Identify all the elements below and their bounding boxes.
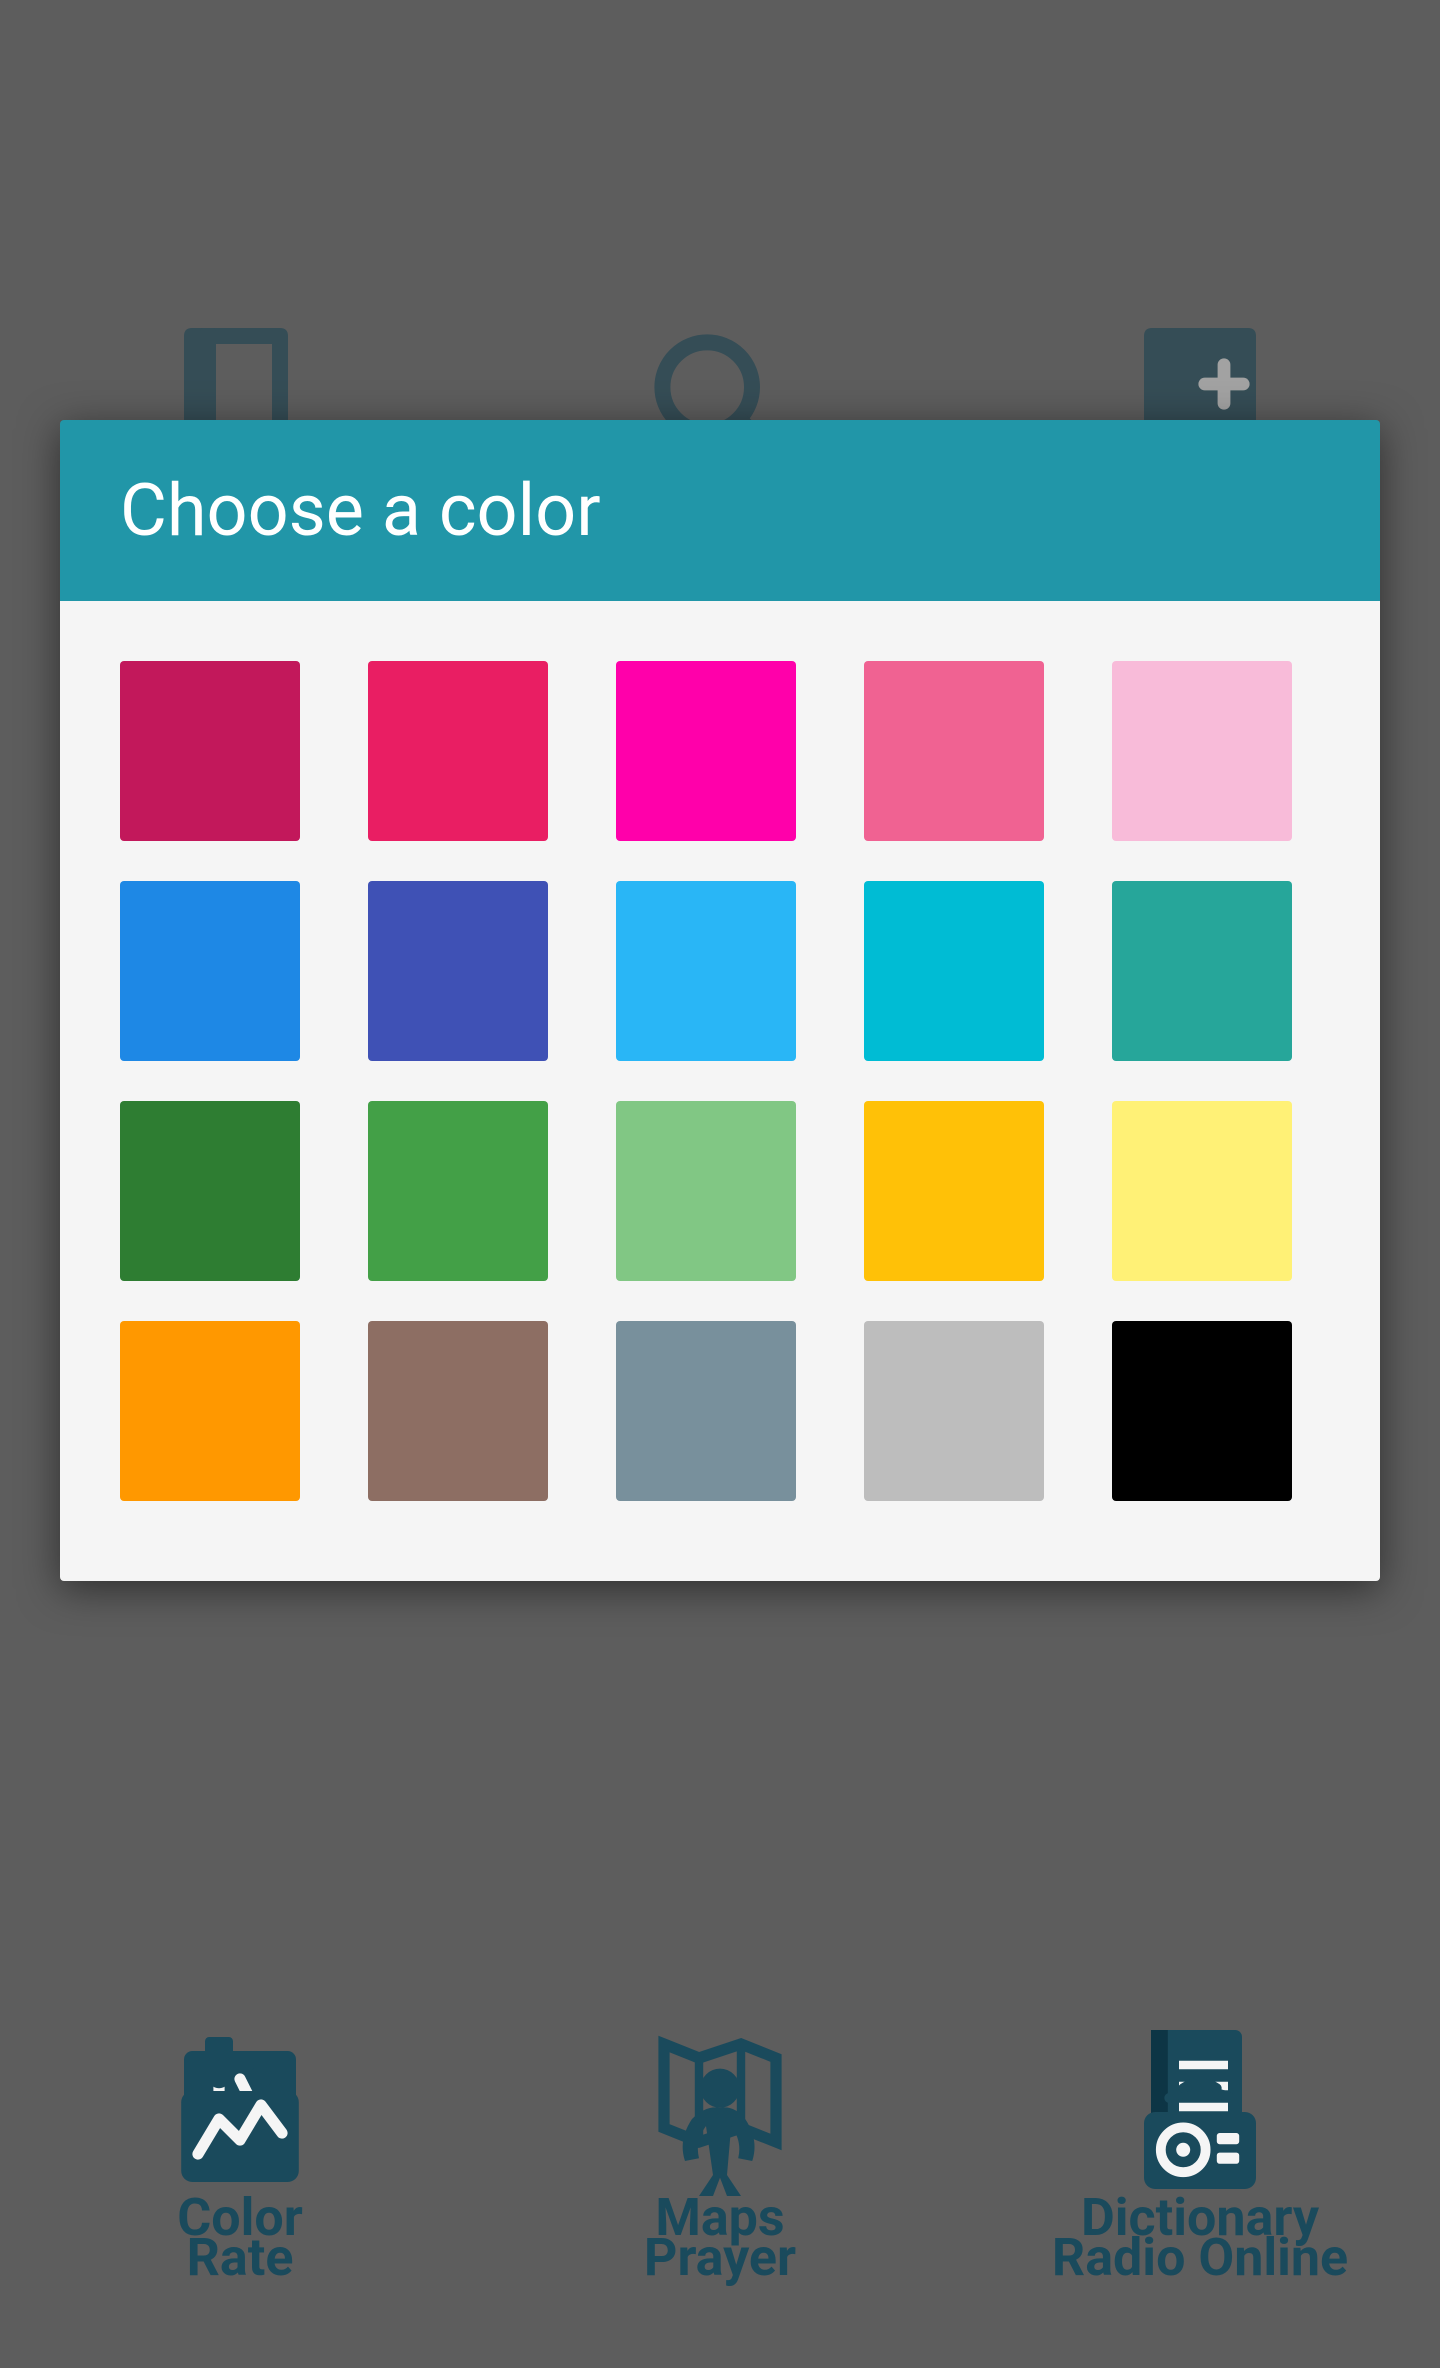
color-swatch-darkgreen[interactable] (120, 1101, 300, 1281)
rate-icon (170, 2063, 310, 2207)
bottom-icon-radio: Radio Online (960, 2023, 1440, 2328)
color-swatch-magenta[interactable] (616, 661, 796, 841)
bottom-icon-prayer: Prayer (480, 2023, 960, 2328)
color-swatch-bluegray[interactable] (616, 1321, 796, 1501)
bottom-icon-rate: Rate (0, 2023, 480, 2328)
color-swatch-brown[interactable] (368, 1321, 548, 1501)
dialog-body (60, 601, 1380, 1581)
color-swatch-rose[interactable] (368, 661, 548, 841)
color-swatch-steelblue[interactable] (120, 881, 300, 1061)
bottom-icons-row2: Rate Prayer Radio Online (0, 2023, 1440, 2368)
color-swatch-crimson[interactable] (120, 661, 300, 841)
color-swatch-indigo[interactable] (368, 881, 548, 1061)
color-swatch-amber[interactable] (864, 1101, 1044, 1281)
rate-label: Rate (187, 2227, 294, 2288)
color-swatch-cyan[interactable] (864, 881, 1044, 1061)
prayer-label: Prayer (644, 2227, 796, 2288)
color-swatch-hotpink[interactable] (864, 661, 1044, 841)
dialog-title: Choose a color (120, 468, 601, 553)
dialog-header: Choose a color (60, 420, 1380, 601)
color-swatch-teal[interactable] (1112, 881, 1292, 1061)
color-swatch-lightpink[interactable] (1112, 661, 1292, 841)
color-picker-dialog: Choose a color (60, 420, 1380, 1581)
color-swatch-black[interactable] (1112, 1321, 1292, 1501)
color-swatch-lightgreen[interactable] (616, 1101, 796, 1281)
color-swatch-orange[interactable] (120, 1321, 300, 1501)
color-swatch-green[interactable] (368, 1101, 548, 1281)
color-swatch-skyblue[interactable] (616, 881, 796, 1061)
radio-icon (1130, 2063, 1270, 2207)
color-swatch-yellow[interactable] (1112, 1101, 1292, 1281)
color-grid (120, 661, 1320, 1501)
color-swatch-lightgray[interactable] (864, 1321, 1044, 1501)
radio-label: Radio Online (1052, 2227, 1348, 2288)
prayer-icon (650, 2063, 790, 2207)
